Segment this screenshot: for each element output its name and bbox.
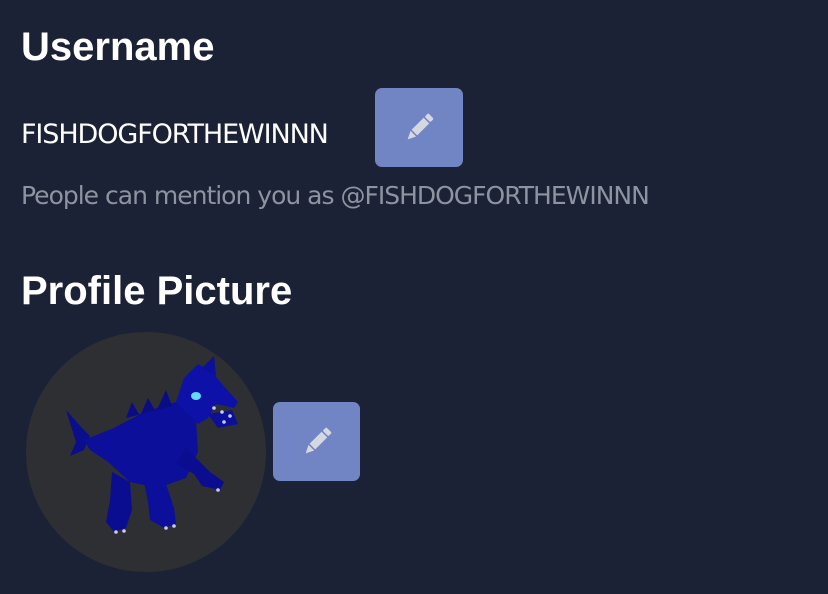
profile-picture-heading: Profile Picture bbox=[21, 269, 293, 313]
pencil-icon bbox=[305, 427, 331, 453]
profile-settings-page: Username FISHDOGFORTHEWINNN People can m… bbox=[0, 0, 828, 594]
username-value: FISHDOGFORTHEWINNN bbox=[21, 119, 329, 150]
dragon-avatar-image bbox=[66, 356, 238, 534]
edit-profile-picture-button[interactable] bbox=[273, 402, 360, 481]
pencil-icon bbox=[407, 113, 434, 139]
username-heading: Username bbox=[21, 25, 215, 69]
avatar bbox=[26, 332, 266, 572]
mention-helper-text: People can mention you as @FISHDOGFORTHE… bbox=[21, 181, 650, 210]
edit-username-button[interactable] bbox=[375, 88, 463, 167]
